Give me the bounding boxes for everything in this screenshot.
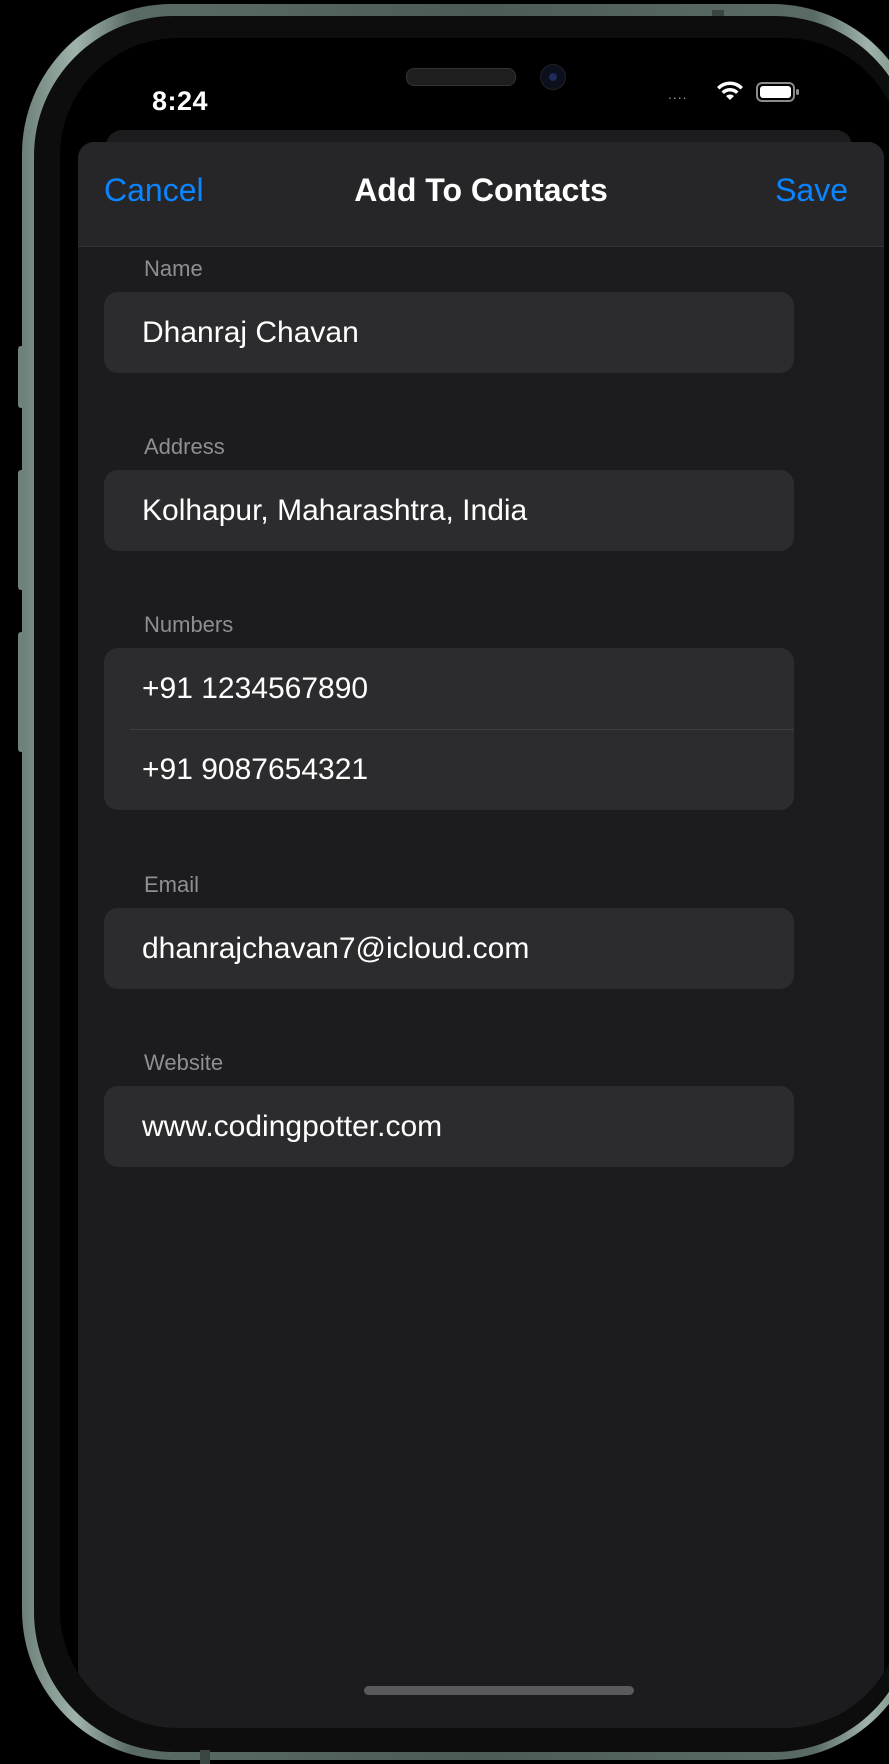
page-title: Add To Contacts	[354, 172, 608, 208]
address-field[interactable]: Kolhapur, Maharashtra, India	[104, 470, 794, 551]
email-field[interactable]: dhanrajchavan7@icloud.com	[104, 908, 794, 989]
battery-icon	[756, 82, 799, 102]
navigation-bar: Cancel Add To Contacts Save	[78, 142, 884, 247]
cellular-signal-icon: ....	[668, 86, 688, 102]
silent-switch	[18, 346, 26, 408]
earpiece-speaker	[406, 68, 516, 86]
phone-number-field[interactable]: +91 1234567890	[104, 648, 794, 729]
address-field-group: Kolhapur, Maharashtra, India	[104, 470, 794, 551]
status-time: 8:24	[152, 86, 209, 116]
name-field[interactable]: Dhanraj Chavan	[104, 292, 794, 373]
email-field-group: dhanrajchavan7@icloud.com	[104, 908, 794, 989]
numbers-field-group: +91 1234567890 +91 9087654321	[104, 648, 794, 810]
antenna-band	[200, 1750, 210, 1764]
wifi-icon	[717, 81, 743, 100]
home-indicator[interactable]	[364, 1686, 634, 1695]
phone-number-field[interactable]: +91 9087654321	[104, 729, 794, 810]
volume-down-button	[18, 632, 26, 752]
email-section-header: Email	[144, 872, 200, 897]
address-section-header: Address	[144, 434, 225, 459]
screen: 8:24 .... Cancel Add To Contacts Save Na…	[60, 38, 889, 1728]
numbers-section-header: Numbers	[144, 612, 234, 637]
name-section-header: Name	[144, 256, 203, 281]
website-section-header: Website	[144, 1050, 224, 1075]
website-field[interactable]: www.codingpotter.com	[104, 1086, 794, 1167]
name-field-group: Dhanraj Chavan	[104, 292, 794, 373]
front-camera	[540, 64, 566, 90]
add-contact-sheet: Cancel Add To Contacts Save Name Dhanraj…	[78, 142, 884, 1728]
website-field-group: www.codingpotter.com	[104, 1086, 794, 1167]
save-button[interactable]: Save	[775, 172, 848, 209]
volume-up-button	[18, 470, 26, 590]
